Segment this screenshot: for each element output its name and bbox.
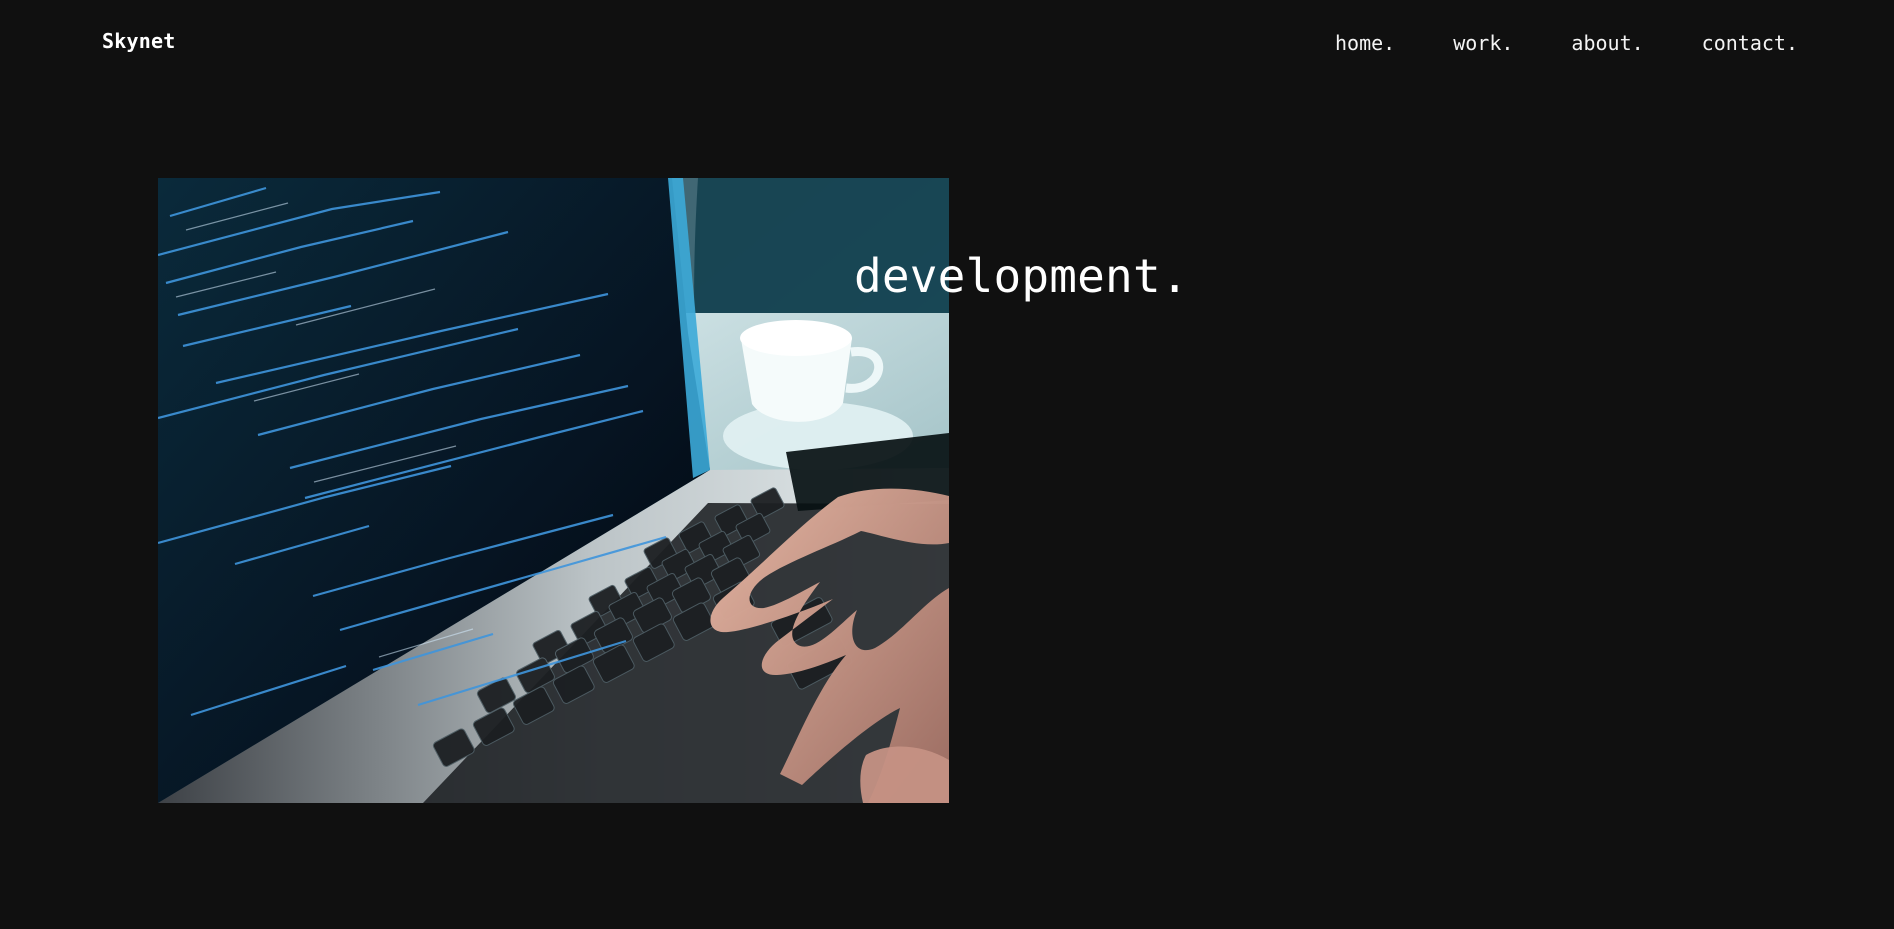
laptop-code-photo: [158, 178, 949, 803]
hero-title: development.: [854, 249, 1189, 303]
coffee-cup-rim: [740, 320, 852, 356]
nav-work-link[interactable]: work.: [1453, 29, 1513, 57]
main-navigation: home. work. about. contact.: [1335, 29, 1798, 57]
laptop-code-illustration: [158, 178, 949, 803]
thumb-shape: [860, 746, 949, 803]
nav-about-link[interactable]: about.: [1571, 29, 1643, 57]
site-header: Skynet home. work. about. contact.: [0, 0, 1894, 86]
nav-home-link[interactable]: home.: [1335, 29, 1395, 57]
brand-logo[interactable]: Skynet: [102, 29, 175, 53]
nav-contact-link[interactable]: contact.: [1702, 29, 1798, 57]
